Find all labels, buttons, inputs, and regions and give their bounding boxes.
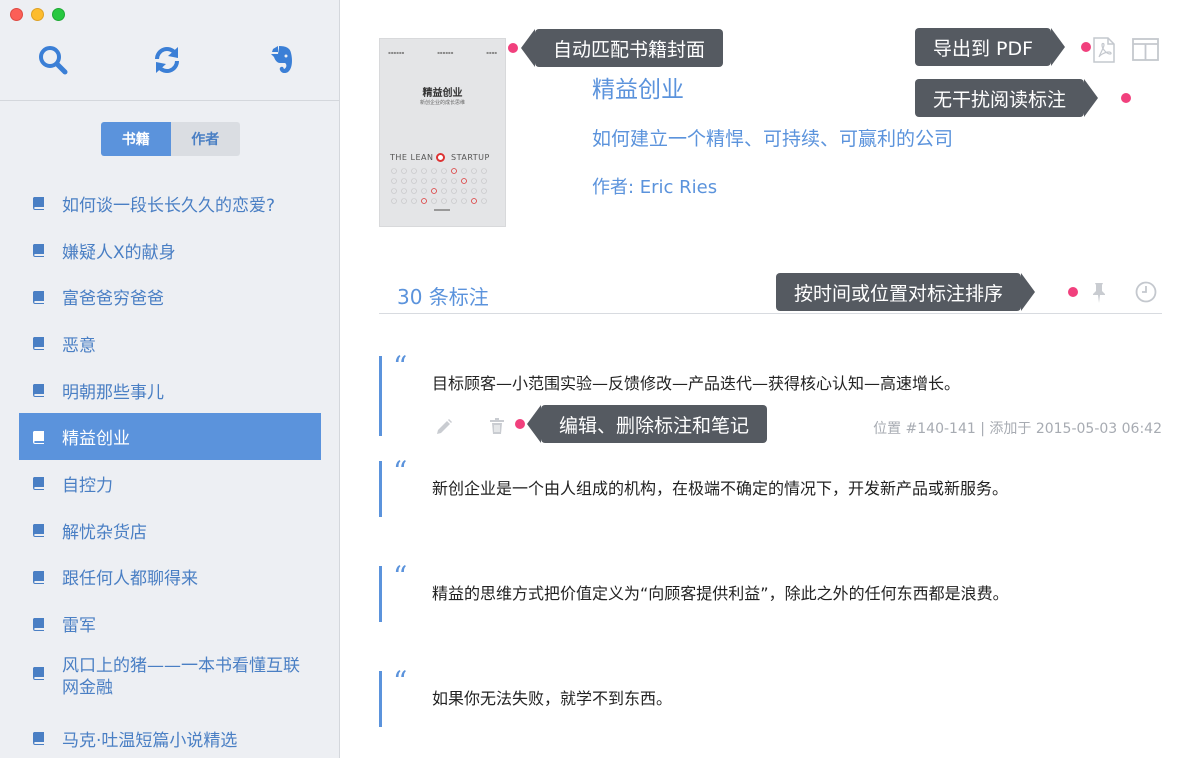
annotation-text: 新创企业是一个由人组成的机构，在极端不确定的情况下，开发新产品或新服务。 [432, 479, 1009, 498]
book-title-label: 雷军 [62, 616, 96, 637]
clock-icon[interactable] [1135, 281, 1157, 303]
zoom-window-button[interactable] [52, 8, 65, 21]
section-divider [379, 313, 1162, 314]
annotation-bar [379, 461, 382, 517]
book-icon [33, 570, 44, 584]
cover-publisher-strip: ▪▪▪▪▪▪ ▪▪▪▪▪▪ ▪▪▪▪ [388, 50, 497, 55]
annotation-meta: 位置 #140-141 | 添加于 2015-05-03 06:42 [873, 421, 1162, 437]
book-icon [33, 617, 44, 631]
book-title: 精益创业 [592, 77, 684, 103]
book-title-label: 富爸爸穷爸爸 [62, 289, 164, 310]
callout-cover-match: 自动匹配书籍封面 [520, 29, 724, 67]
book-subtitle: 如何建立一个精悍、可持续、可赢利的公司 [592, 128, 954, 150]
book-list-item[interactable]: 嫌疑人X的献身 [19, 227, 321, 274]
book-title-label: 解忧杂货店 [62, 522, 147, 543]
book-list: 如何谈一段长长久久的恋爱? 嫌疑人X的献身 富爸爸穷爸爸 恶意 明朝那些事儿 精… [19, 180, 321, 758]
callout-edit-delete: 编辑、删除标注和笔记 [526, 405, 768, 443]
pin-icon[interactable] [1089, 282, 1109, 304]
book-icon [33, 666, 44, 680]
book-icon [33, 430, 44, 444]
cover-title: 精益创业 [422, 88, 463, 99]
search-icon[interactable] [36, 40, 70, 80]
book-cover: ▪▪▪▪▪▪ ▪▪▪▪▪▪ ▪▪▪▪ 精益创业 新创企业的成长思维 THE LEAN… [379, 38, 506, 227]
sync-icon[interactable] [150, 40, 184, 80]
evernote-icon[interactable] [264, 40, 298, 80]
annotation-bar [379, 356, 382, 436]
book-list-item[interactable]: 恶意 [19, 320, 321, 367]
callout-dot [1068, 287, 1078, 297]
quote-mark-icon: “ [393, 560, 408, 593]
book-title-label: 风口上的猪——一本书看懂互联网金融 [62, 655, 300, 698]
book-list-item[interactable]: 如何谈一段长长久久的恋爱? [19, 180, 321, 227]
callout-export-pdf: 导出到 PDF [915, 28, 1066, 66]
annotation-item[interactable]: “ 精益的思维方式把价值定义为“向顾客提供利益”，除此之外的任何东西都是浪费。 [379, 560, 1162, 622]
book-icon [33, 524, 44, 538]
callout-dot [1081, 42, 1091, 52]
main-panel: ▪▪▪▪▪▪ ▪▪▪▪▪▪ ▪▪▪▪ 精益创业 新创企业的成长思维 THE LEAN… [341, 0, 1200, 758]
annotation-bar [379, 671, 382, 727]
sidebar: 书籍 作者 如何谈一段长长久久的恋爱? 嫌疑人X的献身 富爸爸穷爸爸 恶意 明朝… [0, 0, 340, 758]
trash-icon[interactable] [489, 417, 505, 435]
annotation-item[interactable]: “ 新创企业是一个由人组成的机构，在极端不确定的情况下，开发新产品或新服务。 [379, 455, 1162, 517]
book-icon [33, 384, 44, 398]
book-icon [33, 337, 44, 351]
book-title-label: 嫌疑人X的献身 [62, 242, 176, 263]
book-title-label: 精益创业 [62, 429, 130, 450]
annotation-item[interactable]: “ 如果你无法失败，就学不到东西。 [379, 665, 1162, 727]
sidebar-divider [0, 100, 340, 101]
quote-mark-icon: “ [393, 455, 408, 488]
book-list-item[interactable]: 自控力 [19, 460, 321, 507]
book-title-label: 明朝那些事儿 [62, 382, 164, 403]
callout-reading-mode: 无干扰阅读标注 [915, 79, 1099, 117]
book-author: 作者: Eric Ries [592, 177, 718, 198]
annotation-text: 如果你无法失败，就学不到东西。 [432, 689, 673, 708]
minimize-window-button[interactable] [31, 8, 44, 21]
book-list-item[interactable]: 马克·吐温短篇小说精选 [19, 715, 321, 758]
sidebar-toolbar [0, 40, 340, 84]
cover-lean-text: THE LEAN [390, 153, 434, 162]
edit-pencil-icon[interactable] [435, 418, 453, 436]
window-controls [10, 8, 65, 21]
book-icon [33, 477, 44, 491]
book-title-label: 马克·吐温短篇小说精选 [62, 730, 238, 751]
book-list-item-selected[interactable]: 精益创业 [19, 413, 321, 461]
tab-books[interactable]: 书籍 [101, 122, 171, 156]
annotation-bar [379, 566, 382, 622]
cover-dot-pattern [391, 168, 487, 211]
cover-o-mark [436, 153, 445, 162]
book-list-item[interactable]: 雷军 [19, 600, 321, 647]
book-title-label: 恶意 [62, 335, 96, 356]
annotation-item[interactable]: “ 目标顾客—小范围实验—反馈修改—产品迭代—获得核心认知—高速增长。 位置 #… [379, 350, 1162, 437]
book-list-item[interactable]: 解忧杂货店 [19, 507, 321, 554]
book-title-label: 自控力 [62, 475, 113, 496]
cover-subtitle: 新创企业的成长思维 [419, 100, 465, 106]
book-title-label: 如何谈一段长长久久的恋爱? [62, 195, 276, 216]
tab-authors[interactable]: 作者 [170, 122, 240, 156]
sidebar-tab-switch: 书籍 作者 [101, 122, 240, 156]
book-icon [33, 290, 44, 304]
book-list-item[interactable]: 跟任何人都聊得来 [19, 554, 321, 601]
book-icon [33, 732, 44, 746]
annotation-text: 精益的思维方式把价值定义为“向顾客提供利益”，除此之外的任何东西都是浪费。 [432, 584, 1009, 603]
close-window-button[interactable] [10, 8, 23, 21]
book-icon [33, 197, 44, 211]
pdf-export-icon[interactable] [1093, 37, 1115, 63]
book-list-item[interactable]: 富爸爸穷爸爸 [19, 273, 321, 320]
callout-dot [508, 43, 518, 53]
quote-mark-icon: “ [393, 350, 408, 383]
reading-mode-icon[interactable] [1132, 38, 1159, 61]
book-list-item[interactable]: 风口上的猪——一本书看懂互联网金融 [19, 647, 321, 715]
cover-startup-text: STARTUP [451, 153, 490, 162]
book-icon [33, 244, 44, 258]
callout-dot [515, 419, 525, 429]
book-title-label: 跟任何人都聊得来 [62, 569, 198, 590]
quote-mark-icon: “ [393, 665, 408, 698]
callout-sort: 按时间或位置对标注排序 [776, 273, 1036, 311]
callout-dot [1121, 93, 1131, 103]
annotation-text: 目标顾客—小范围实验—反馈修改—产品迭代—获得核心认知—高速增长。 [432, 374, 961, 393]
book-list-item[interactable]: 明朝那些事儿 [19, 367, 321, 414]
annotation-count: 30 条标注 [397, 285, 489, 309]
